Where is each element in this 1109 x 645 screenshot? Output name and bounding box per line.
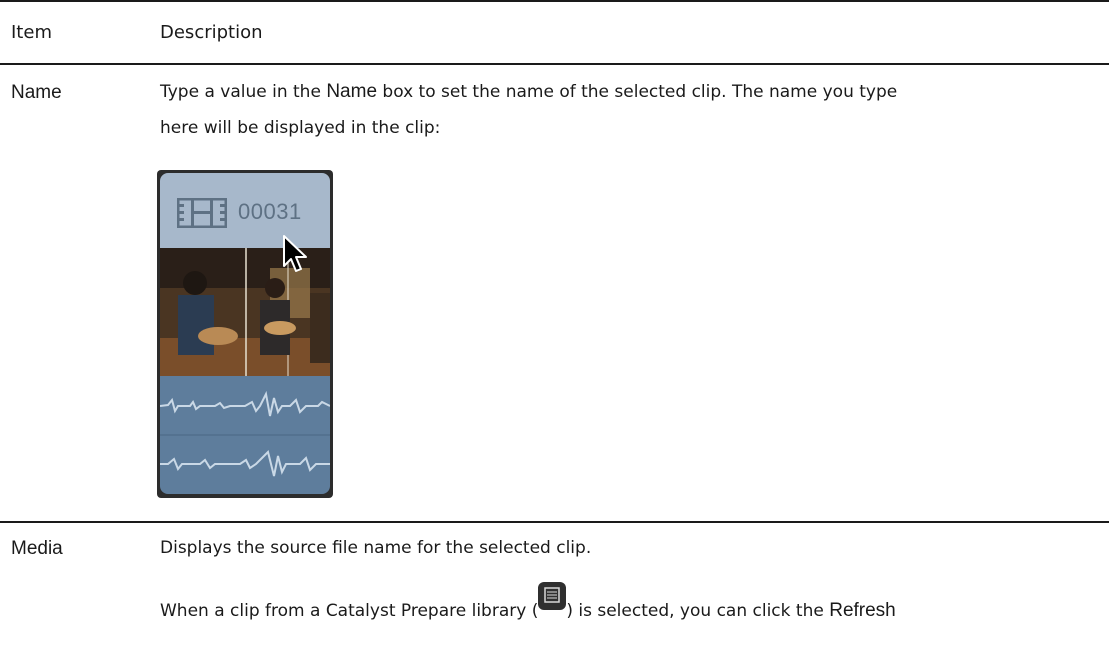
- media-description-line-2: When a clip from a Catalyst Prepare libr…: [160, 582, 1090, 629]
- film-strip-icon: [177, 198, 227, 228]
- header-description: Description: [160, 22, 263, 43]
- row-item-media: Media: [11, 538, 63, 559]
- catalyst-library-icon: [538, 582, 567, 610]
- bold-term-name: Name: [326, 81, 378, 102]
- header-rule: [0, 63, 1109, 65]
- header-item: Item: [11, 22, 52, 43]
- description-line-1: Type a value in the Name box to set the …: [160, 81, 898, 102]
- bold-term-refresh: Refresh: [829, 600, 896, 621]
- description-line-2: here will be displayed in the clip:: [160, 118, 441, 138]
- audio-waveform-graphic: [159, 390, 331, 477]
- clip-name-label: 00031: [238, 199, 302, 224]
- media-description-line-1: Displays the source file name for the se…: [160, 538, 592, 558]
- mouse-cursor-icon: [283, 235, 307, 272]
- top-rule: [0, 0, 1109, 2]
- clip-illustration: 00031: [157, 170, 333, 498]
- row-description-media: Displays the source file name for the se…: [160, 530, 1090, 629]
- row-description-name: Type a value in the Name box to set the …: [160, 74, 1090, 146]
- clip-audio-waveform: [159, 376, 331, 494]
- row-item-name: Name: [11, 82, 62, 103]
- row-rule: [0, 521, 1109, 523]
